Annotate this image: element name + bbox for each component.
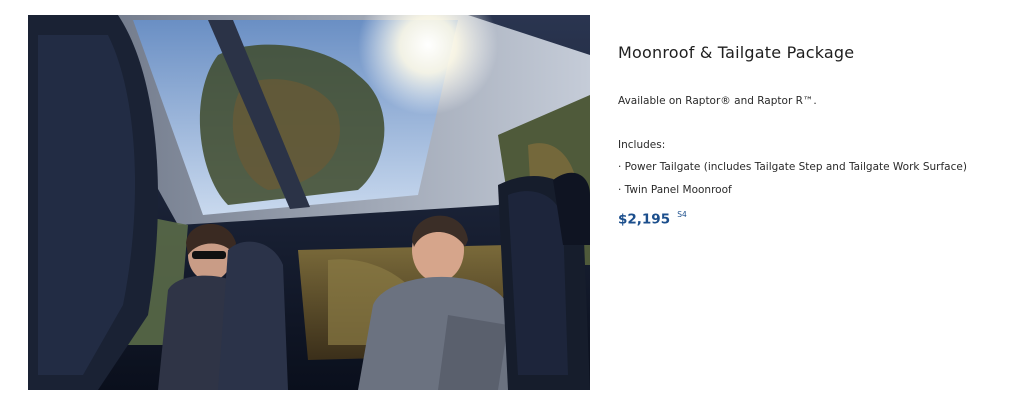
feature-details: Moonroof & Tailgate Package Available on…: [618, 40, 1008, 228]
feature-title: Moonroof & Tailgate Package: [618, 43, 855, 62]
feature-card: Moonroof & Tailgate Package Available on…: [0, 0, 1024, 406]
list-item: · Twin Panel Moonroof: [618, 184, 732, 196]
list-item: · Power Tailgate (includes Tailgate Step…: [618, 161, 967, 173]
moonroof-interior-photo: [28, 15, 590, 390]
price: $2,195: [618, 211, 671, 228]
footnote-link[interactable]: S4: [677, 210, 687, 219]
includes-label: Includes:: [618, 139, 666, 151]
includes-list: · Power Tailgate (includes Tailgate Step…: [618, 160, 1008, 197]
price-row: $2,195 S4: [618, 206, 1008, 228]
availability-text: Available on Raptor® and Raptor R™.: [618, 95, 817, 107]
